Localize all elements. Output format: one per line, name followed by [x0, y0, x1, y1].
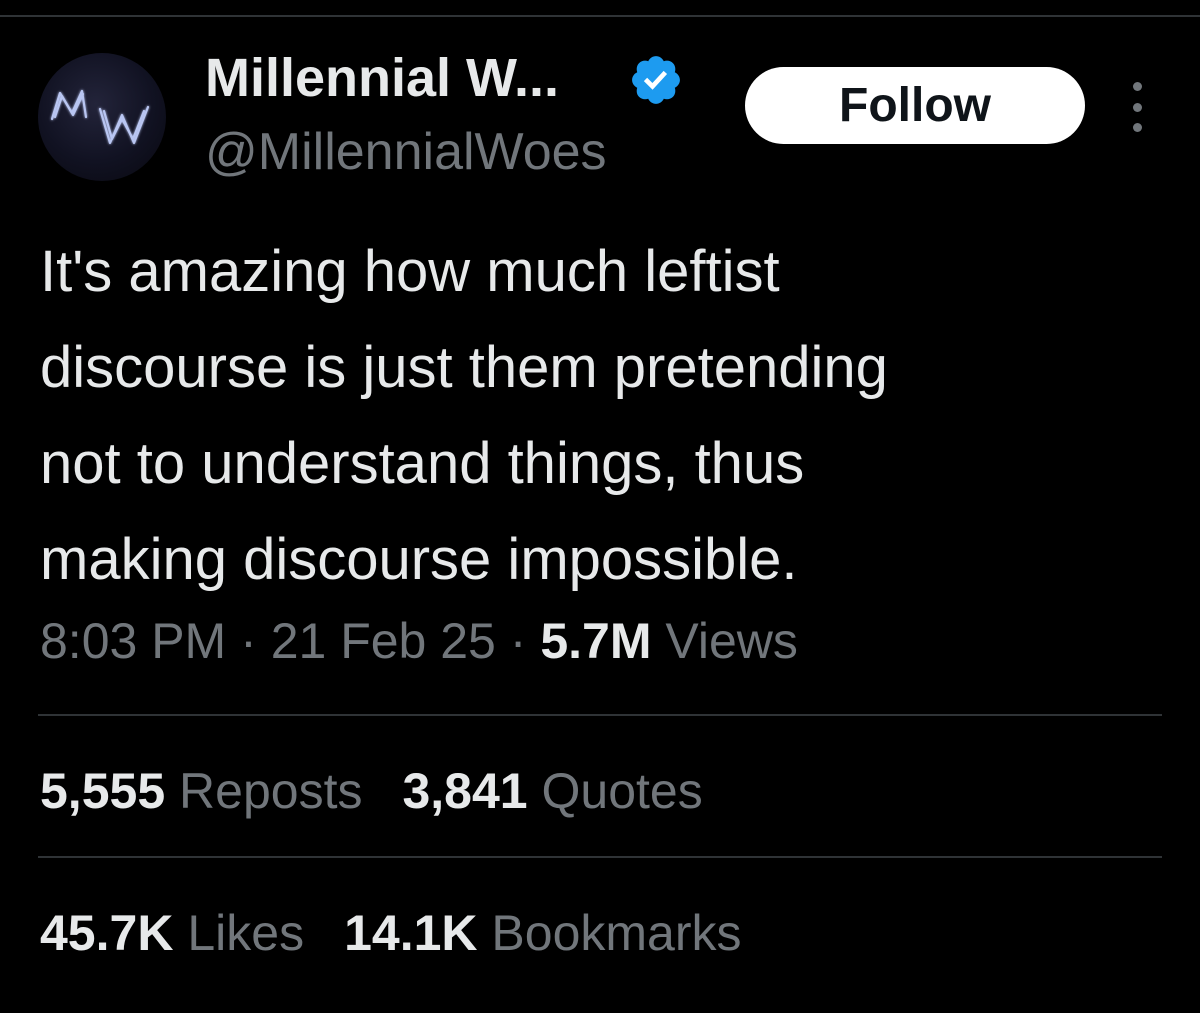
- engagement-row: 5,555 Reposts 3,841 Quotes: [40, 758, 743, 824]
- likes-stat[interactable]: 45.7K Likes: [40, 905, 304, 961]
- tweet-text: It's amazing how much leftist discourse …: [40, 224, 1140, 608]
- likes-label: Likes: [187, 905, 305, 961]
- tweet-time[interactable]: 8:03 PM: [40, 613, 226, 669]
- more-options-icon[interactable]: [1122, 82, 1152, 132]
- meta-separator: ·: [240, 613, 257, 669]
- tweet-line: making discourse impossible.: [40, 527, 798, 592]
- quotes-count: 3,841: [402, 763, 528, 819]
- author-handle[interactable]: @MillennialWoes: [205, 122, 607, 182]
- more-dot: [1132, 102, 1142, 112]
- views-label: Views: [665, 613, 798, 669]
- engagement-row: 45.7K Likes 14.1K Bookmarks: [40, 900, 782, 966]
- tweet-meta: 8:03 PM · 21 Feb 25 · 5.7M Views: [40, 608, 798, 674]
- tweet-line: not to understand things, thus: [40, 431, 805, 496]
- top-divider: [0, 15, 1200, 17]
- stats-divider: [38, 856, 1162, 858]
- reposts-label: Reposts: [179, 763, 363, 819]
- verified-badge-icon: [628, 52, 684, 108]
- more-dot: [1132, 82, 1142, 91]
- avatar-logo-icon: [50, 89, 150, 145]
- bookmarks-count: 14.1K: [344, 905, 478, 961]
- likes-count: 45.7K: [40, 905, 174, 961]
- reposts-stat[interactable]: 5,555 Reposts: [40, 763, 362, 819]
- stats-divider: [38, 714, 1162, 716]
- meta-separator: ·: [509, 613, 527, 669]
- bookmarks-label: Bookmarks: [491, 905, 742, 961]
- author-display-name[interactable]: Millennial W...: [205, 46, 559, 110]
- tweet-line: discourse is just them pretending: [40, 335, 888, 400]
- reposts-count: 5,555: [40, 763, 166, 819]
- bookmarks-stat[interactable]: 14.1K Bookmarks: [344, 905, 741, 961]
- follow-button[interactable]: Follow: [745, 67, 1085, 144]
- tweet-date[interactable]: 21 Feb 25: [271, 613, 496, 669]
- views-count: 5.7M: [540, 613, 652, 669]
- avatar[interactable]: [38, 53, 166, 181]
- quotes-stat[interactable]: 3,841 Quotes: [402, 763, 702, 819]
- more-dot: [1132, 123, 1142, 132]
- tweet-line: It's amazing how much leftist: [40, 239, 780, 304]
- quotes-label: Quotes: [541, 763, 703, 819]
